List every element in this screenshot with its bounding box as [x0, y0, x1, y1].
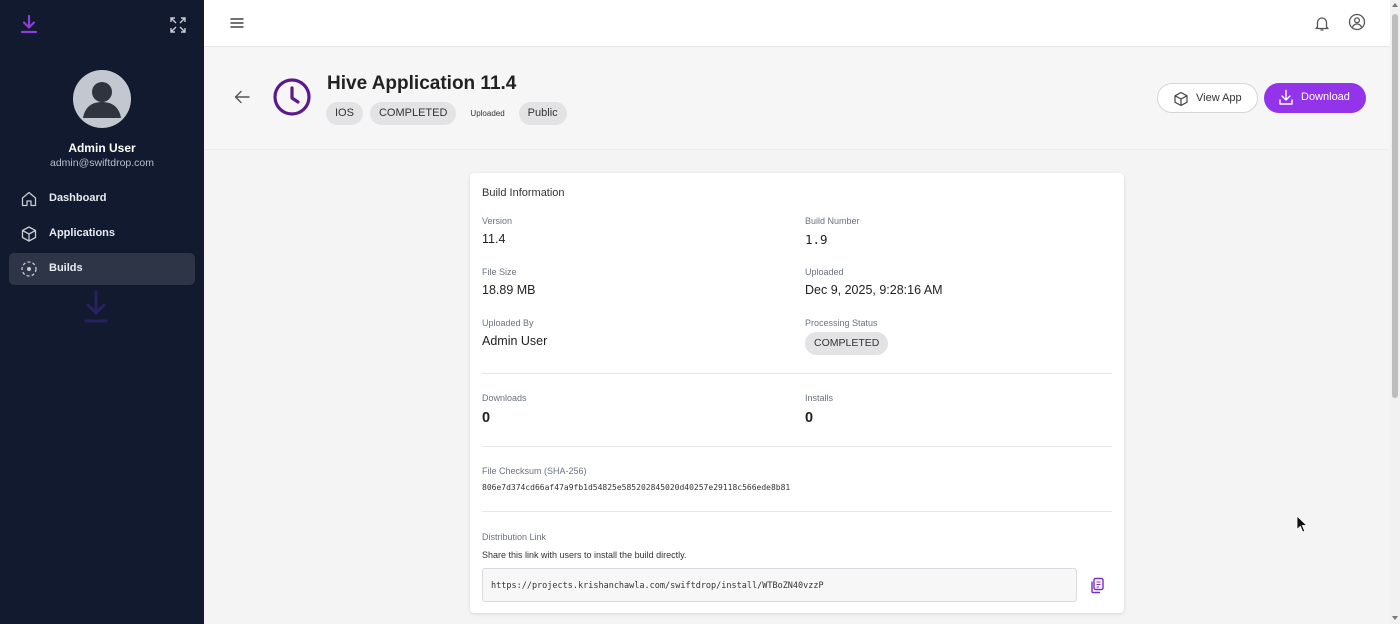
top-bar — [204, 0, 1390, 47]
distribution-link-field[interactable]: https://projects.krishanchawla.com/swift… — [482, 568, 1077, 602]
card-title: Build Information — [482, 187, 565, 199]
build-tags: IOS COMPLETED Uploaded Public — [326, 102, 567, 125]
builds-icon — [21, 261, 37, 277]
processing-status-badge: COMPLETED — [805, 332, 889, 355]
arrow-left-icon[interactable] — [233, 88, 251, 106]
avatar[interactable] — [73, 70, 131, 128]
view-app-label: View App — [1196, 92, 1242, 104]
menu-icon[interactable] — [229, 15, 245, 31]
sidebar-item-builds[interactable]: Builds — [9, 253, 195, 285]
sidebar-item-applications[interactable]: Applications — [9, 218, 195, 250]
installs-count: 0 — [805, 410, 814, 426]
download-logo-icon[interactable] — [19, 14, 39, 36]
user-email: admin@swiftdrop.com — [49, 157, 155, 169]
download-label: Download — [1301, 91, 1350, 103]
view-app-button[interactable]: View App — [1157, 83, 1258, 113]
upload-state-badge: Uploaded — [470, 109, 505, 118]
build-number-label: Build Number — [805, 216, 860, 226]
divider — [482, 373, 1112, 374]
fullscreen-icon[interactable] — [169, 16, 187, 34]
bell-icon[interactable] — [1313, 14, 1331, 32]
user-circle-icon[interactable] — [1348, 13, 1366, 31]
status-badge: COMPLETED — [369, 102, 457, 125]
home-icon — [21, 191, 37, 207]
mouse-cursor-icon — [1296, 515, 1308, 533]
user-name: Admin User — [68, 141, 136, 155]
processing-status-label: Processing Status — [805, 318, 878, 328]
checksum-value: 806e7d374cd66af47a9fb1d54825e58520284502… — [482, 483, 791, 492]
visibility-badge: Public — [518, 102, 567, 125]
downloads-label: Downloads — [482, 393, 527, 403]
build-number-value: 1.9 — [805, 232, 828, 247]
distribution-link-url: https://projects.krishanchawla.com/swift… — [491, 581, 824, 591]
version-label: Version — [482, 216, 513, 226]
scroll-up-icon[interactable] — [1392, 3, 1398, 7]
sidebar: Admin User admin@swiftdrop.com Dashboard… — [0, 0, 204, 624]
divider — [482, 511, 1112, 512]
download-icon — [1279, 89, 1293, 105]
downloads-count: 0 — [482, 410, 491, 426]
platform-badge: IOS — [326, 102, 363, 125]
copy-icon[interactable] — [1089, 577, 1105, 594]
page-title: Hive Application 11.4 — [327, 73, 517, 94]
page-scrollbar[interactable] — [1390, 0, 1400, 624]
uploaded-by-value: Admin User — [482, 334, 548, 348]
sidebar-item-dashboard[interactable]: Dashboard — [9, 183, 195, 215]
uploaded-label: Uploaded — [805, 267, 844, 277]
scroll-down-icon[interactable] — [1392, 616, 1398, 620]
sidebar-item-label: Dashboard — [49, 192, 107, 204]
scroll-thumb[interactable] — [1392, 14, 1398, 398]
distribution-link-description: Share this link with users to install th… — [482, 550, 687, 560]
build-information-card: Build Information Version 11.4 Build Num… — [470, 173, 1124, 613]
sidebar-item-label: Builds — [49, 262, 83, 274]
checksum-label: File Checksum (SHA-256) — [482, 466, 587, 476]
version-value: 11.4 — [482, 232, 506, 246]
cube-icon — [1174, 91, 1188, 107]
user-avatar-icon — [83, 82, 121, 118]
distribution-link-label: Distribution Link — [482, 532, 547, 542]
clock-icon — [273, 78, 311, 116]
divider — [482, 446, 1112, 447]
uploaded-by-label: Uploaded By — [482, 318, 534, 328]
uploaded-value: Dec 9, 2025, 9:28:16 AM — [805, 283, 943, 297]
build-header: Hive Application 11.4 IOS COMPLETED Uplo… — [204, 48, 1390, 150]
sidebar-item-label: Applications — [49, 227, 116, 239]
download-button[interactable]: Download — [1264, 83, 1366, 113]
cube-icon — [21, 226, 37, 242]
file-size-label: File Size — [482, 267, 517, 277]
file-size-value: 18.89 MB — [482, 283, 536, 297]
download-watermark-icon — [84, 290, 108, 323]
installs-label: Installs — [805, 393, 834, 403]
